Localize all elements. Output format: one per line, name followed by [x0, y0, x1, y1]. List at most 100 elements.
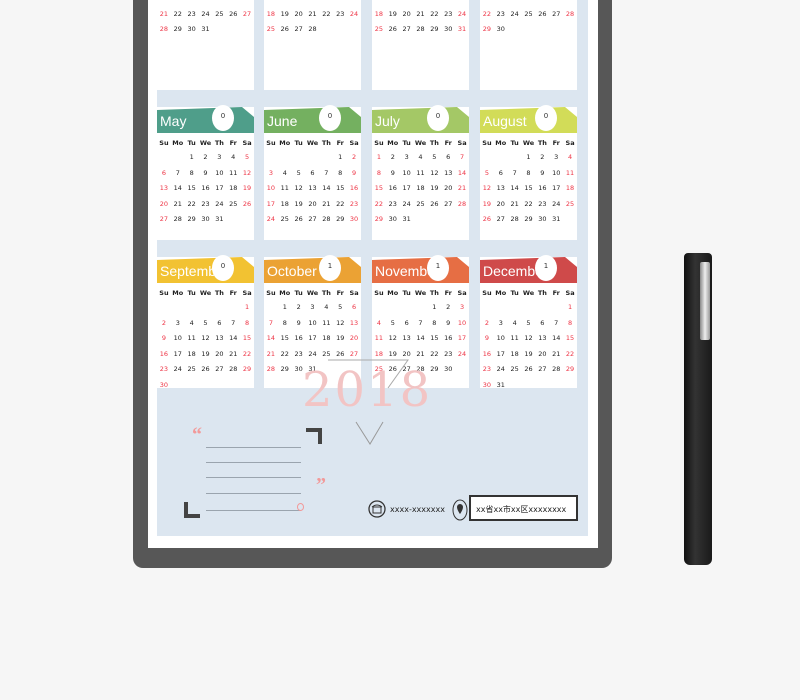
- day-cell: 3: [498, 318, 503, 327]
- note-line: [206, 462, 301, 463]
- day-cell: 3: [175, 318, 180, 327]
- weekday-label: We: [414, 139, 427, 147]
- day-cell: 19: [294, 199, 303, 208]
- weekday-label: Su: [266, 289, 276, 297]
- weekday-label: Tu: [510, 289, 519, 297]
- quote-open: “: [192, 424, 202, 446]
- day-cell: 31: [215, 215, 224, 223]
- day-cell: 23: [388, 199, 397, 208]
- day-cell: 17: [496, 349, 505, 358]
- day-cell: 12: [524, 334, 533, 342]
- day-cell: 12: [482, 184, 492, 192]
- day-cell: 30: [444, 365, 453, 373]
- day-grid: SuMoTuWeThFrSa12345678910111213141516171…: [157, 286, 254, 393]
- day-cell: 15: [336, 184, 345, 192]
- day-cell: 24: [457, 349, 467, 358]
- day-cell: 28: [416, 25, 425, 33]
- day-cell: 23: [336, 9, 345, 18]
- day-cell: 29: [524, 215, 533, 223]
- day-cell: 7: [231, 318, 236, 327]
- day-cell: 23: [201, 199, 210, 208]
- day-cell: 22: [482, 9, 492, 18]
- weekday-label: Th: [429, 139, 439, 147]
- weekday-label: Th: [321, 139, 331, 147]
- weekday-label: We: [199, 289, 212, 297]
- weekday-label: Sa: [242, 289, 252, 297]
- weekday-label: Sa: [457, 139, 467, 147]
- day-cell: 11: [416, 168, 425, 177]
- day-cell: 15: [524, 184, 533, 192]
- circle-decoration: [297, 503, 304, 511]
- day-cell: 30: [482, 380, 492, 389]
- day-cell: 28: [510, 215, 519, 223]
- day-cell: 22: [242, 349, 252, 358]
- day-cell: 29: [374, 215, 384, 223]
- day-cell: 11: [565, 168, 575, 177]
- day-grid: SuMoTuWeThFrSa12345678910111213141516171…: [480, 0, 577, 38]
- day-cell: 17: [457, 334, 467, 342]
- weekday-label: Th: [537, 139, 547, 147]
- day-cell: 24: [457, 9, 467, 18]
- day-cell: 20: [496, 199, 505, 208]
- day-cell: 28: [266, 365, 276, 373]
- day-cell: 23: [159, 365, 169, 373]
- day-cell: 24: [173, 365, 182, 373]
- day-cell: 31: [552, 215, 561, 223]
- note-line: [206, 493, 301, 494]
- day-cell: 9: [161, 334, 166, 342]
- day-cell: 11: [374, 334, 384, 342]
- day-cell: 12: [336, 318, 345, 327]
- day-cell: 27: [552, 9, 561, 18]
- day-cell: 7: [268, 318, 273, 327]
- day-cell: 25: [374, 25, 384, 33]
- month-badge: 0: [427, 105, 449, 131]
- day-cell: 4: [512, 318, 517, 327]
- weekday-label: Sa: [457, 289, 467, 297]
- day-cell: 8: [189, 168, 194, 177]
- empty-cell: [400, 300, 414, 316]
- empty-cell: [535, 300, 549, 316]
- day-cell: 25: [565, 199, 575, 208]
- weekday-label: Mo: [387, 289, 399, 297]
- day-cell: 8: [244, 318, 250, 327]
- day-cell: 16: [294, 334, 303, 342]
- day-cell: 25: [280, 215, 289, 223]
- weekday-label: We: [522, 139, 535, 147]
- day-cell: 5: [244, 153, 250, 161]
- month-name: August: [483, 113, 527, 129]
- day-cell: 12: [294, 184, 303, 192]
- month-card-january: January0SuMoTuWeThFrSa123456789101112131…: [157, 0, 254, 90]
- day-cell: 18: [187, 349, 196, 358]
- day-cell: 26: [201, 365, 210, 373]
- day-cell: 29: [187, 215, 196, 223]
- day-cell: 26: [430, 199, 439, 208]
- day-cell: 2: [351, 153, 357, 161]
- day-cell: 13: [308, 184, 317, 192]
- weekday-label: Th: [321, 289, 331, 297]
- day-cell: 7: [175, 168, 180, 177]
- weekday-label: Fr: [552, 139, 560, 147]
- day-cell: 14: [552, 334, 561, 342]
- day-cell: 4: [418, 153, 423, 161]
- month-card-september: September 0 Su Mo Tu We Th Fr Sa 1 2 3 4 5 6 7 8 9 10 11 12 1…: [157, 255, 254, 389]
- empty-cell: [549, 300, 563, 316]
- day-cell: 8: [338, 168, 343, 177]
- empty-cell: [319, 150, 333, 166]
- day-cell: 31: [402, 215, 411, 223]
- empty-cell: [278, 150, 292, 166]
- weekday-label: Fr: [229, 289, 237, 297]
- day-cell: 15: [430, 334, 439, 342]
- day-cell: 10: [173, 334, 182, 342]
- day-cell: 2: [296, 303, 301, 311]
- day-cell: 20: [402, 9, 411, 18]
- day-grid: SuMoTuWeThFrSa12345678910111213141516171…: [157, 0, 254, 38]
- empty-cell: [199, 300, 213, 316]
- day-cell: 26: [242, 199, 252, 208]
- day-cell: 17: [552, 184, 561, 192]
- day-cell: 2: [540, 153, 545, 161]
- weekday-label: Sa: [565, 139, 575, 147]
- day-grid: SuMoTuWeThFrSa12345678910111213141516171…: [264, 0, 361, 38]
- weekday-label: Mo: [387, 139, 399, 147]
- day-cell: 3: [459, 303, 465, 311]
- day-cell: 6: [351, 303, 357, 311]
